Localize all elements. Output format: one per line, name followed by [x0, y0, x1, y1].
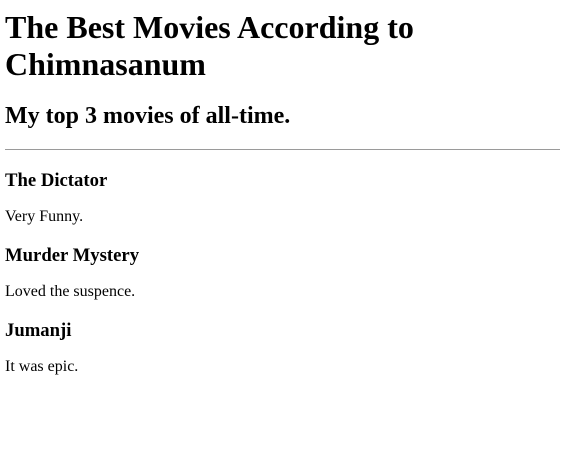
movie-title: Murder Mystery — [5, 245, 140, 266]
movie-entry: Murder Mystery Loved the suspence. — [5, 245, 560, 301]
page-title: The Best Movies According to Chimnasanum — [5, 9, 414, 82]
movie-title: The Dictator — [5, 170, 108, 191]
page-subtitle: My top 3 movies of all-time. — [5, 103, 291, 129]
movie-entry: The Dictator Very Funny. — [5, 170, 560, 226]
divider — [5, 149, 560, 150]
movie-title: Jumanji — [5, 320, 72, 341]
page-content: The Best Movies According to Chimnasanum… — [0, 9, 563, 376]
movie-review: Very Funny. — [5, 208, 84, 225]
movie-entry: Jumanji It was epic. — [5, 320, 560, 376]
movie-review: It was epic. — [5, 358, 79, 375]
movie-review: Loved the suspence. — [5, 283, 136, 300]
